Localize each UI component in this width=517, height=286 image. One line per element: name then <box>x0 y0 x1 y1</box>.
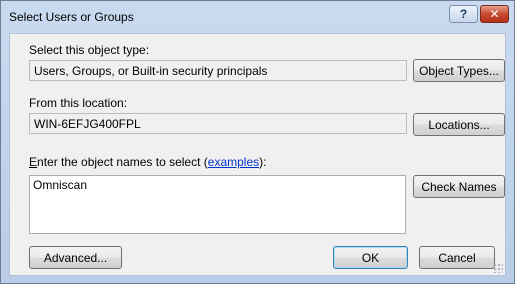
help-icon: ? <box>459 7 468 21</box>
object-type-label: Select this object type: <box>29 43 150 57</box>
object-names-label-text: nter the object names to select ( <box>37 155 208 169</box>
mnemonic-letter: E <box>29 155 38 169</box>
help-button[interactable]: ? <box>449 5 478 23</box>
dialog-body: Select this object type: Users, Groups, … <box>9 33 506 276</box>
window-title: Select Users or Groups <box>9 10 134 24</box>
location-label: From this location: <box>29 96 128 110</box>
object-names-label-suffix: ): <box>259 155 267 169</box>
object-names-label: Enter the object names to select (exampl… <box>29 155 266 169</box>
object-type-field: Users, Groups, or Built-in security prin… <box>29 60 407 81</box>
check-names-button[interactable]: Check Names <box>413 175 505 198</box>
ok-button[interactable]: OK <box>333 246 408 269</box>
examples-link[interactable]: examples <box>208 155 259 169</box>
title-bar[interactable]: Select Users or Groups ? ✕ <box>1 1 514 31</box>
object-types-button[interactable]: Object Types... <box>413 59 505 82</box>
close-button[interactable]: ✕ <box>480 5 509 23</box>
object-names-input[interactable] <box>29 175 406 234</box>
dialog-window: Select Users or Groups ? ✕ Select this o… <box>0 0 515 284</box>
close-icon: ✕ <box>489 7 500 21</box>
advanced-button[interactable]: Advanced... <box>29 246 122 269</box>
location-field: WIN-6EFJG400FPL <box>29 113 407 134</box>
resize-grip-icon[interactable] <box>493 263 503 273</box>
locations-button[interactable]: Locations... <box>413 113 505 136</box>
cancel-button[interactable]: Cancel <box>419 246 495 269</box>
